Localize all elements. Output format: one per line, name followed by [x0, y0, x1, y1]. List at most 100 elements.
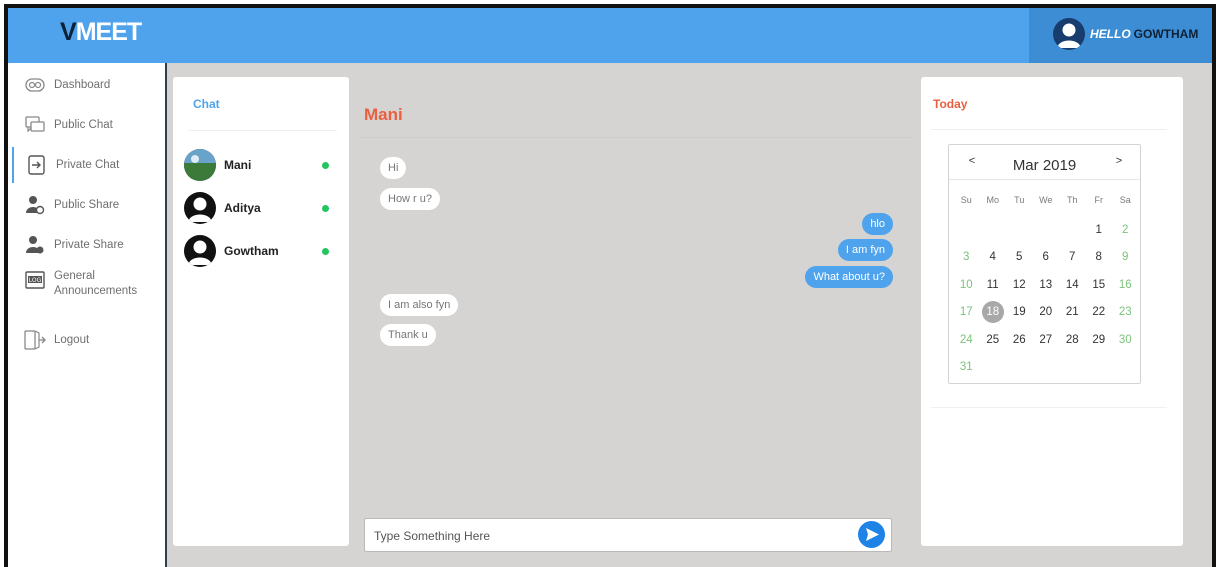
log-icon: LOG: [24, 269, 46, 291]
conversation-contact-name: Mani: [364, 105, 403, 124]
calendar-day[interactable]: 26: [1006, 329, 1033, 356]
send-button[interactable]: [858, 521, 885, 548]
contact-item-mani[interactable]: Mani: [184, 149, 336, 181]
sidebar-item-private-share[interactable]: Private Share: [24, 230, 124, 260]
calendar-day[interactable]: 30: [1112, 329, 1139, 356]
message-input[interactable]: [365, 519, 856, 553]
calendar-day[interactable]: 22: [1086, 301, 1113, 328]
logout-icon: [24, 329, 46, 351]
calendar-grid: Su Mo Tu We Th Fr Sa 1 2 3 4 5 6 7 8 9 10 11 12 13 14 15 16 17 1…: [953, 192, 1139, 383]
message-bubble-incoming: How r u?: [380, 188, 441, 210]
contact-avatar: [184, 192, 216, 224]
calendar-day[interactable]: 7: [1059, 246, 1086, 273]
divider: [931, 129, 1167, 130]
calendar-day[interactable]: 10: [953, 274, 980, 301]
contact-avatar: [184, 149, 216, 181]
announcements-line2: Announcements: [54, 285, 138, 297]
greeting-text: HELLO GOWTHAM: [1090, 27, 1198, 41]
calendar-next-button[interactable]: >: [1110, 152, 1128, 170]
message-bubble-incoming: Thank u: [380, 324, 436, 346]
contact-item-gowtham[interactable]: Gowtham: [184, 235, 336, 267]
calendar-day[interactable]: 21: [1059, 301, 1086, 328]
enter-icon: [26, 154, 48, 176]
chat-list-title: Chat: [193, 97, 220, 111]
calendar-day[interactable]: 13: [1033, 274, 1060, 301]
calendar-weekday-label: Tu: [1014, 195, 1025, 205]
conversation-panel: Mani Hi How r u? hlo I am fyn What about…: [349, 77, 914, 557]
calendar-day[interactable]: 24: [953, 329, 980, 356]
calendar-day[interactable]: 1: [1086, 219, 1113, 246]
calendar-widget: < Mar 2019 > Su Mo Tu We Th Fr Sa 1 2 3 4 5 6 7 8 9 10 11…: [948, 144, 1141, 384]
top-navbar: VMEET HELLO GOWTHAM: [8, 8, 1212, 63]
sidebar-item-logout[interactable]: Logout: [24, 325, 89, 355]
sidebar-item-public-share[interactable]: Public Share: [24, 190, 119, 220]
sidebar-item-public-chat[interactable]: Public Chat: [24, 110, 113, 140]
sidebar-item-label: Dashboard: [54, 79, 111, 91]
calendar-weekday-label: Sa: [1119, 195, 1131, 205]
calendar-empty-cell: [1059, 219, 1086, 246]
calendar-day[interactable]: 14: [1059, 274, 1086, 301]
message-composer: [364, 518, 892, 553]
calendar-day[interactable]: 23: [1112, 301, 1139, 328]
chat-icon: [24, 114, 46, 136]
contact-item-aditya[interactable]: Aditya: [184, 192, 336, 224]
calendar-weekday-label: We: [1039, 195, 1053, 205]
calendar-empty-cell: [1033, 219, 1060, 246]
divider: [931, 407, 1167, 408]
message-bubble-incoming: Hi: [380, 157, 407, 179]
calendar-day-selected[interactable]: 18: [980, 301, 1007, 328]
calendar-day[interactable]: 3: [953, 246, 980, 273]
sidebar-item-private-chat[interactable]: Private Chat: [12, 147, 119, 183]
sidebar-item-label: Private Chat: [56, 159, 120, 171]
calendar-day[interactable]: 16: [1112, 274, 1139, 301]
calendar-empty-cell: [980, 219, 1007, 246]
message-bubble-incoming: I am also fyn: [380, 294, 459, 316]
online-status-icon: [322, 161, 329, 169]
dashboard-icon: [24, 74, 46, 96]
brand-logo[interactable]: VMEET: [60, 18, 142, 47]
calendar-weekday-label: Fr: [1094, 195, 1104, 205]
calendar-day[interactable]: 5: [1006, 246, 1033, 273]
sidebar: Dashboard Public Chat Private Chat Publi…: [8, 63, 167, 567]
svg-text:LOG: LOG: [29, 277, 42, 284]
calendar-day[interactable]: 17: [953, 301, 980, 328]
calendar-weekday-label: Th: [1066, 195, 1078, 205]
user-avatar[interactable]: [1053, 18, 1085, 50]
brand-first-letter: V: [60, 18, 77, 46]
calendar-day[interactable]: 9: [1112, 246, 1139, 273]
sidebar-item-label: Logout: [54, 334, 90, 346]
calendar-empty-cell: [953, 219, 980, 246]
calendar-day[interactable]: 15: [1086, 274, 1113, 301]
sidebar-item-label: General Announcements: [54, 269, 137, 299]
calendar-panel: Today < Mar 2019 > Su Mo Tu We Th Fr Sa 1 2 3 4 5 6 7…: [921, 77, 1183, 546]
contact-avatar: [184, 235, 216, 267]
calendar-day[interactable]: 31: [953, 356, 980, 383]
message-bubble-outgoing: I am fyn: [837, 239, 893, 261]
hello-label: HELLO: [1090, 27, 1131, 41]
calendar-day[interactable]: 12: [1006, 274, 1033, 301]
calendar-day[interactable]: 8: [1086, 246, 1113, 273]
sidebar-item-label: Public Chat: [54, 119, 113, 131]
sidebar-item-general-announcements[interactable]: LOG General Announcements: [24, 269, 137, 303]
contact-name: Aditya: [224, 201, 261, 215]
calendar-weekday-label: Mo: [986, 195, 999, 205]
calendar-empty-cell: [1006, 219, 1033, 246]
contact-name: Mani: [224, 158, 252, 172]
calendar-day[interactable]: 4: [980, 246, 1007, 273]
calendar-day[interactable]: 20: [1033, 301, 1060, 328]
sidebar-item-dashboard[interactable]: Dashboard: [24, 70, 110, 100]
send-icon: [866, 528, 879, 541]
calendar-day[interactable]: 19: [1006, 301, 1033, 328]
calendar-day[interactable]: 28: [1059, 329, 1086, 356]
calendar-day[interactable]: 6: [1033, 246, 1060, 273]
calendar-day[interactable]: 25: [980, 329, 1007, 356]
user-name: GOWTHAM: [1133, 27, 1199, 41]
calendar-day[interactable]: 2: [1112, 219, 1139, 246]
calendar-day[interactable]: 29: [1086, 329, 1113, 356]
user-greeting[interactable]: HELLO GOWTHAM: [1029, 8, 1212, 63]
calendar-day[interactable]: 11: [980, 274, 1007, 301]
online-status-icon: [322, 247, 329, 255]
online-status-icon: [322, 204, 329, 212]
calendar-day[interactable]: 27: [1033, 329, 1060, 356]
divider: [949, 179, 1140, 180]
